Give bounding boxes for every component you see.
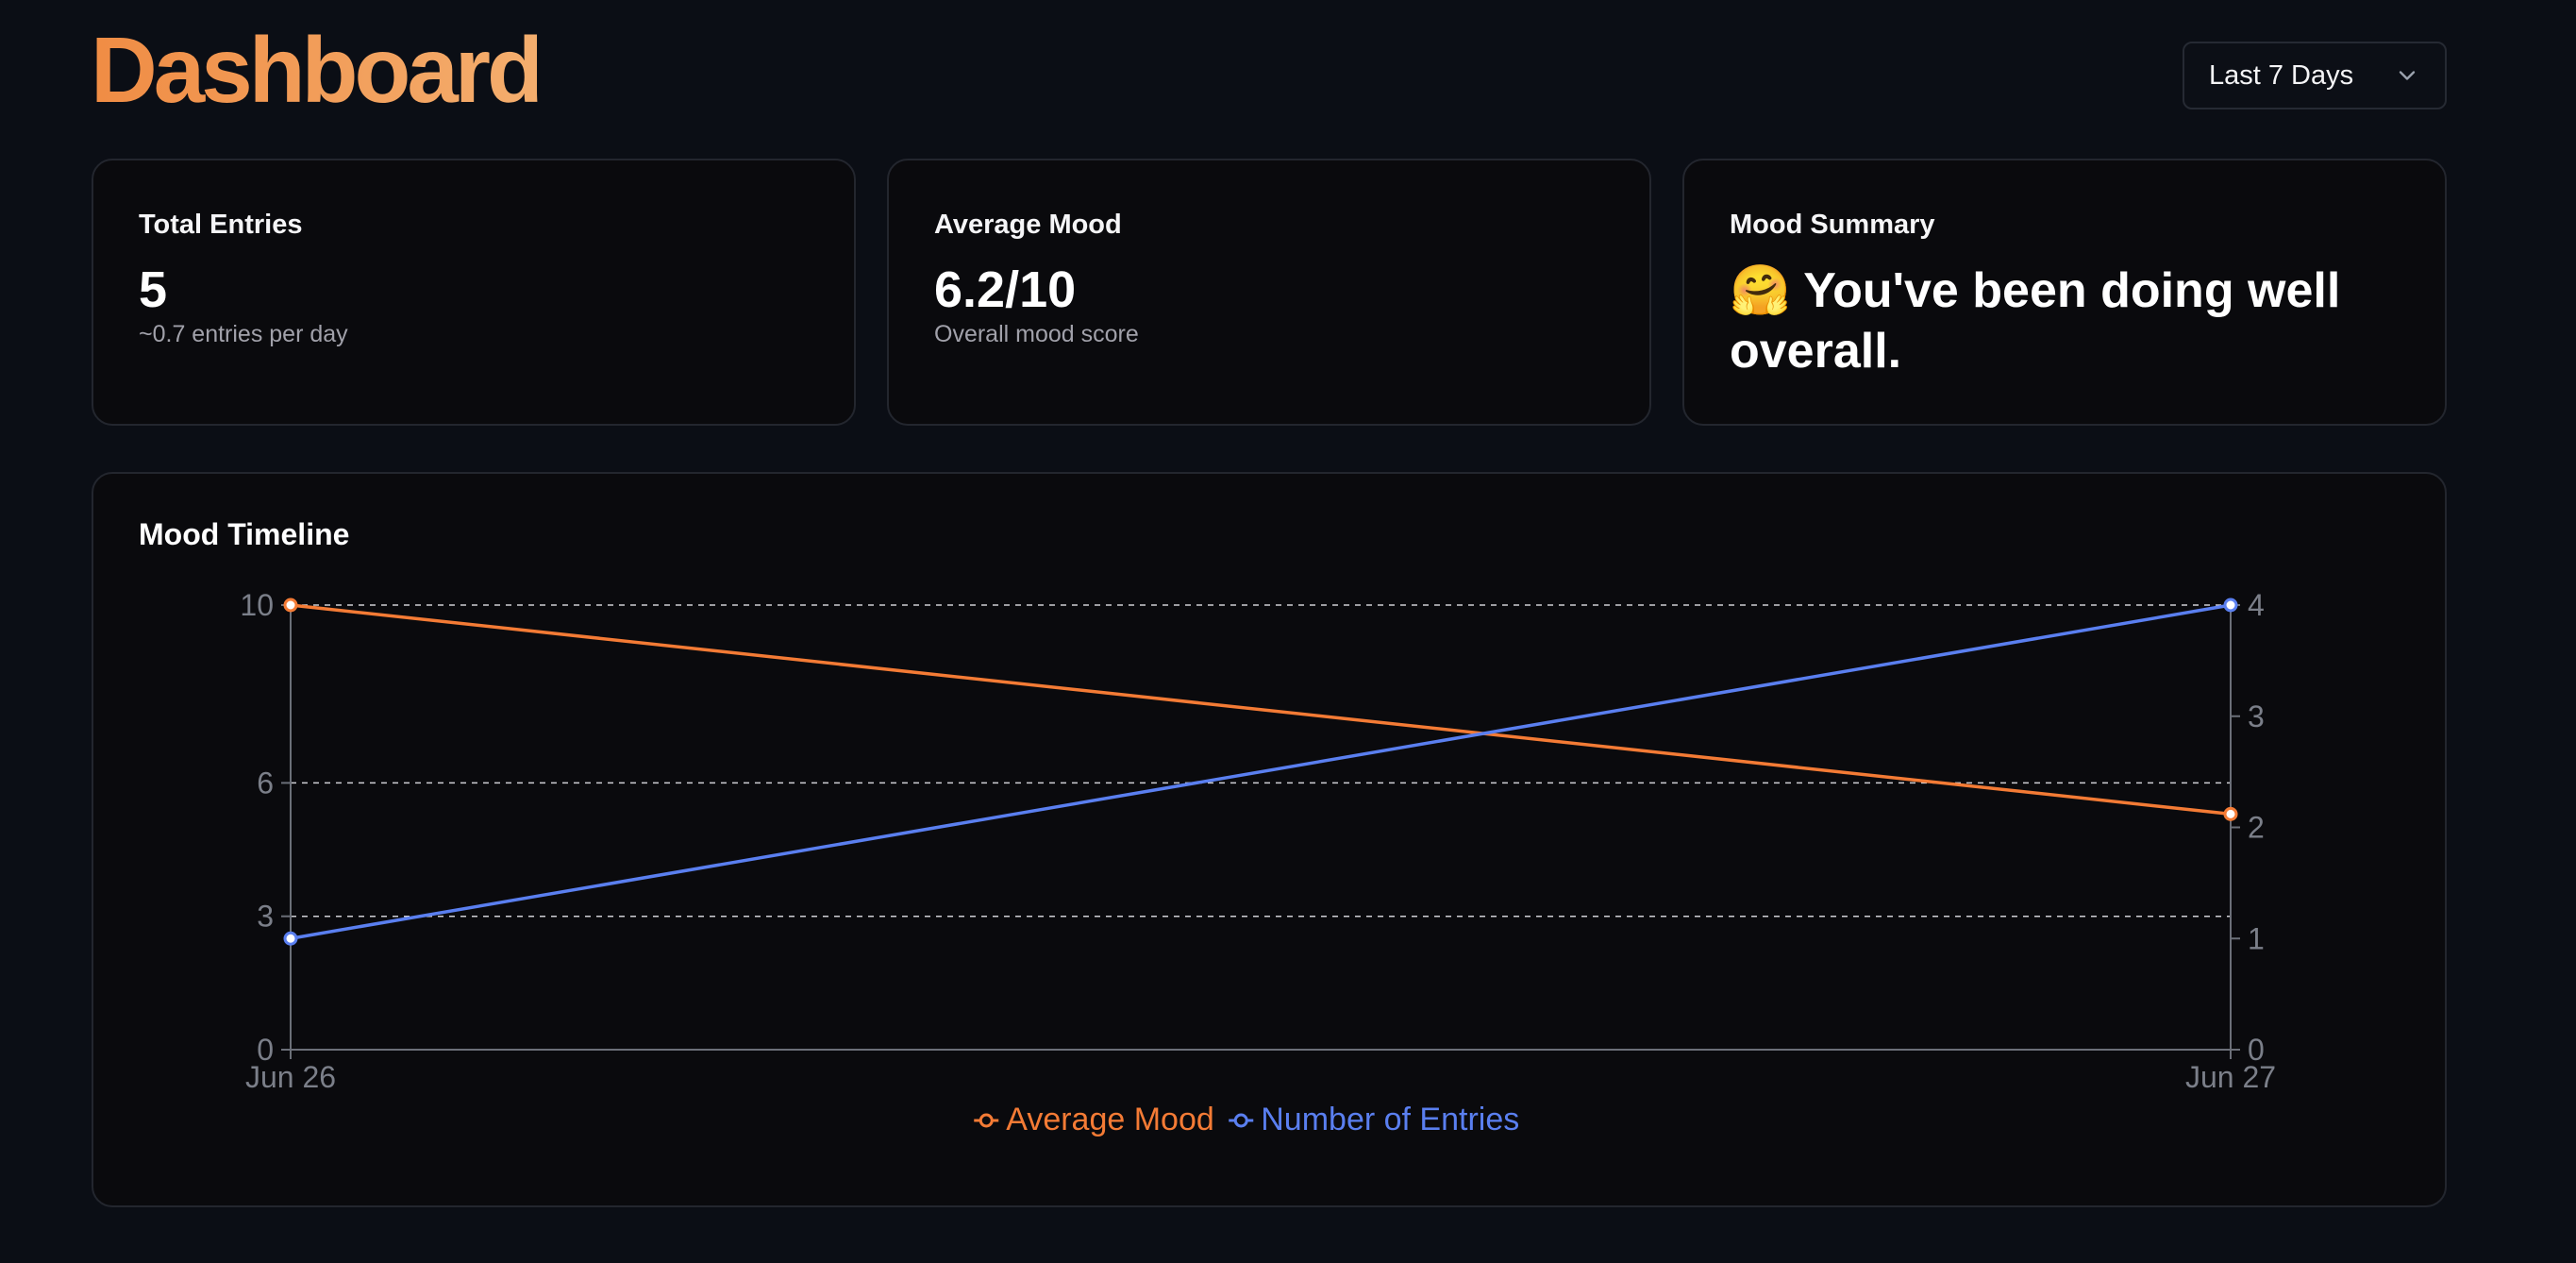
average-mood-card: Average Mood 6.2/10 Overall mood score <box>887 159 1651 426</box>
average-mood-label: Average Mood <box>934 210 1122 240</box>
average-mood-legend-dot <box>979 1113 994 1128</box>
hugging-face-icon: 🤗 <box>1730 262 1791 319</box>
number-of-entries-line <box>290 603 2232 940</box>
mood-timeline-card: Mood Timeline 0 3 6 10 0 1 2 3 4 Jun 26 Jun 27 Aver… <box>92 472 2447 1207</box>
number-of-entries-legend-dot <box>1233 1113 1248 1128</box>
total-entries-value: 5 <box>139 261 168 318</box>
y-left-tick-label: 10 <box>240 588 274 622</box>
number-of-entries-legend-label[interactable]: Number of Entries <box>1261 1102 1519 1137</box>
page-title: Dashboard <box>91 18 544 122</box>
number-of-entries-point[interactable] <box>283 931 298 946</box>
y-left-tick-label: 3 <box>257 900 274 934</box>
average-mood-subtext: Overall mood score <box>934 321 1139 347</box>
dashboard-page: Dashboard Last 7 Days Total Entries 5 ~0… <box>0 0 2576 1263</box>
mood-timeline-chart: 0361001234Jun 26 Jun 27Average Mood Number… <box>240 588 2276 1137</box>
average-mood-point[interactable] <box>2223 806 2238 821</box>
mood-summary-text: 🤗 You've been doing well overall. <box>1730 261 2407 381</box>
y-right-tick-label: 2 <box>2248 811 2265 845</box>
x-tick-label: Jun 27 <box>2185 1060 2276 1094</box>
x-tick-label: Jun 26 <box>245 1060 336 1094</box>
average-mood-value: 6.2/10 <box>934 261 1077 318</box>
y-right-tick-label: 1 <box>2248 921 2265 955</box>
chevron-down-icon <box>2399 71 2416 80</box>
y-right-tick-label: 3 <box>2248 699 2265 733</box>
y-right-tick-label: 4 <box>2248 588 2265 622</box>
mood-summary-card: Mood Summary 🤗 You've been doing well ov… <box>1682 159 2447 426</box>
number-of-entries-point[interactable] <box>2223 598 2238 613</box>
average-mood-point[interactable] <box>283 598 298 613</box>
date-range-value: Last 7 Days <box>2209 59 2354 91</box>
average-mood-line <box>290 603 2232 817</box>
total-entries-subtext: ~0.7 entries per day <box>139 321 348 347</box>
total-entries-card: Total Entries 5 ~0.7 entries per day <box>92 159 856 426</box>
mood-summary-message: You've been doing well overall. <box>1730 263 2341 379</box>
mood-summary-label: Mood Summary <box>1730 210 1935 240</box>
date-range-select[interactable]: Last 7 Days <box>2183 42 2447 109</box>
total-entries-label: Total Entries <box>139 210 303 240</box>
average-mood-legend-label[interactable]: Average Mood <box>1006 1102 1214 1137</box>
y-left-tick-label: 6 <box>257 766 274 800</box>
